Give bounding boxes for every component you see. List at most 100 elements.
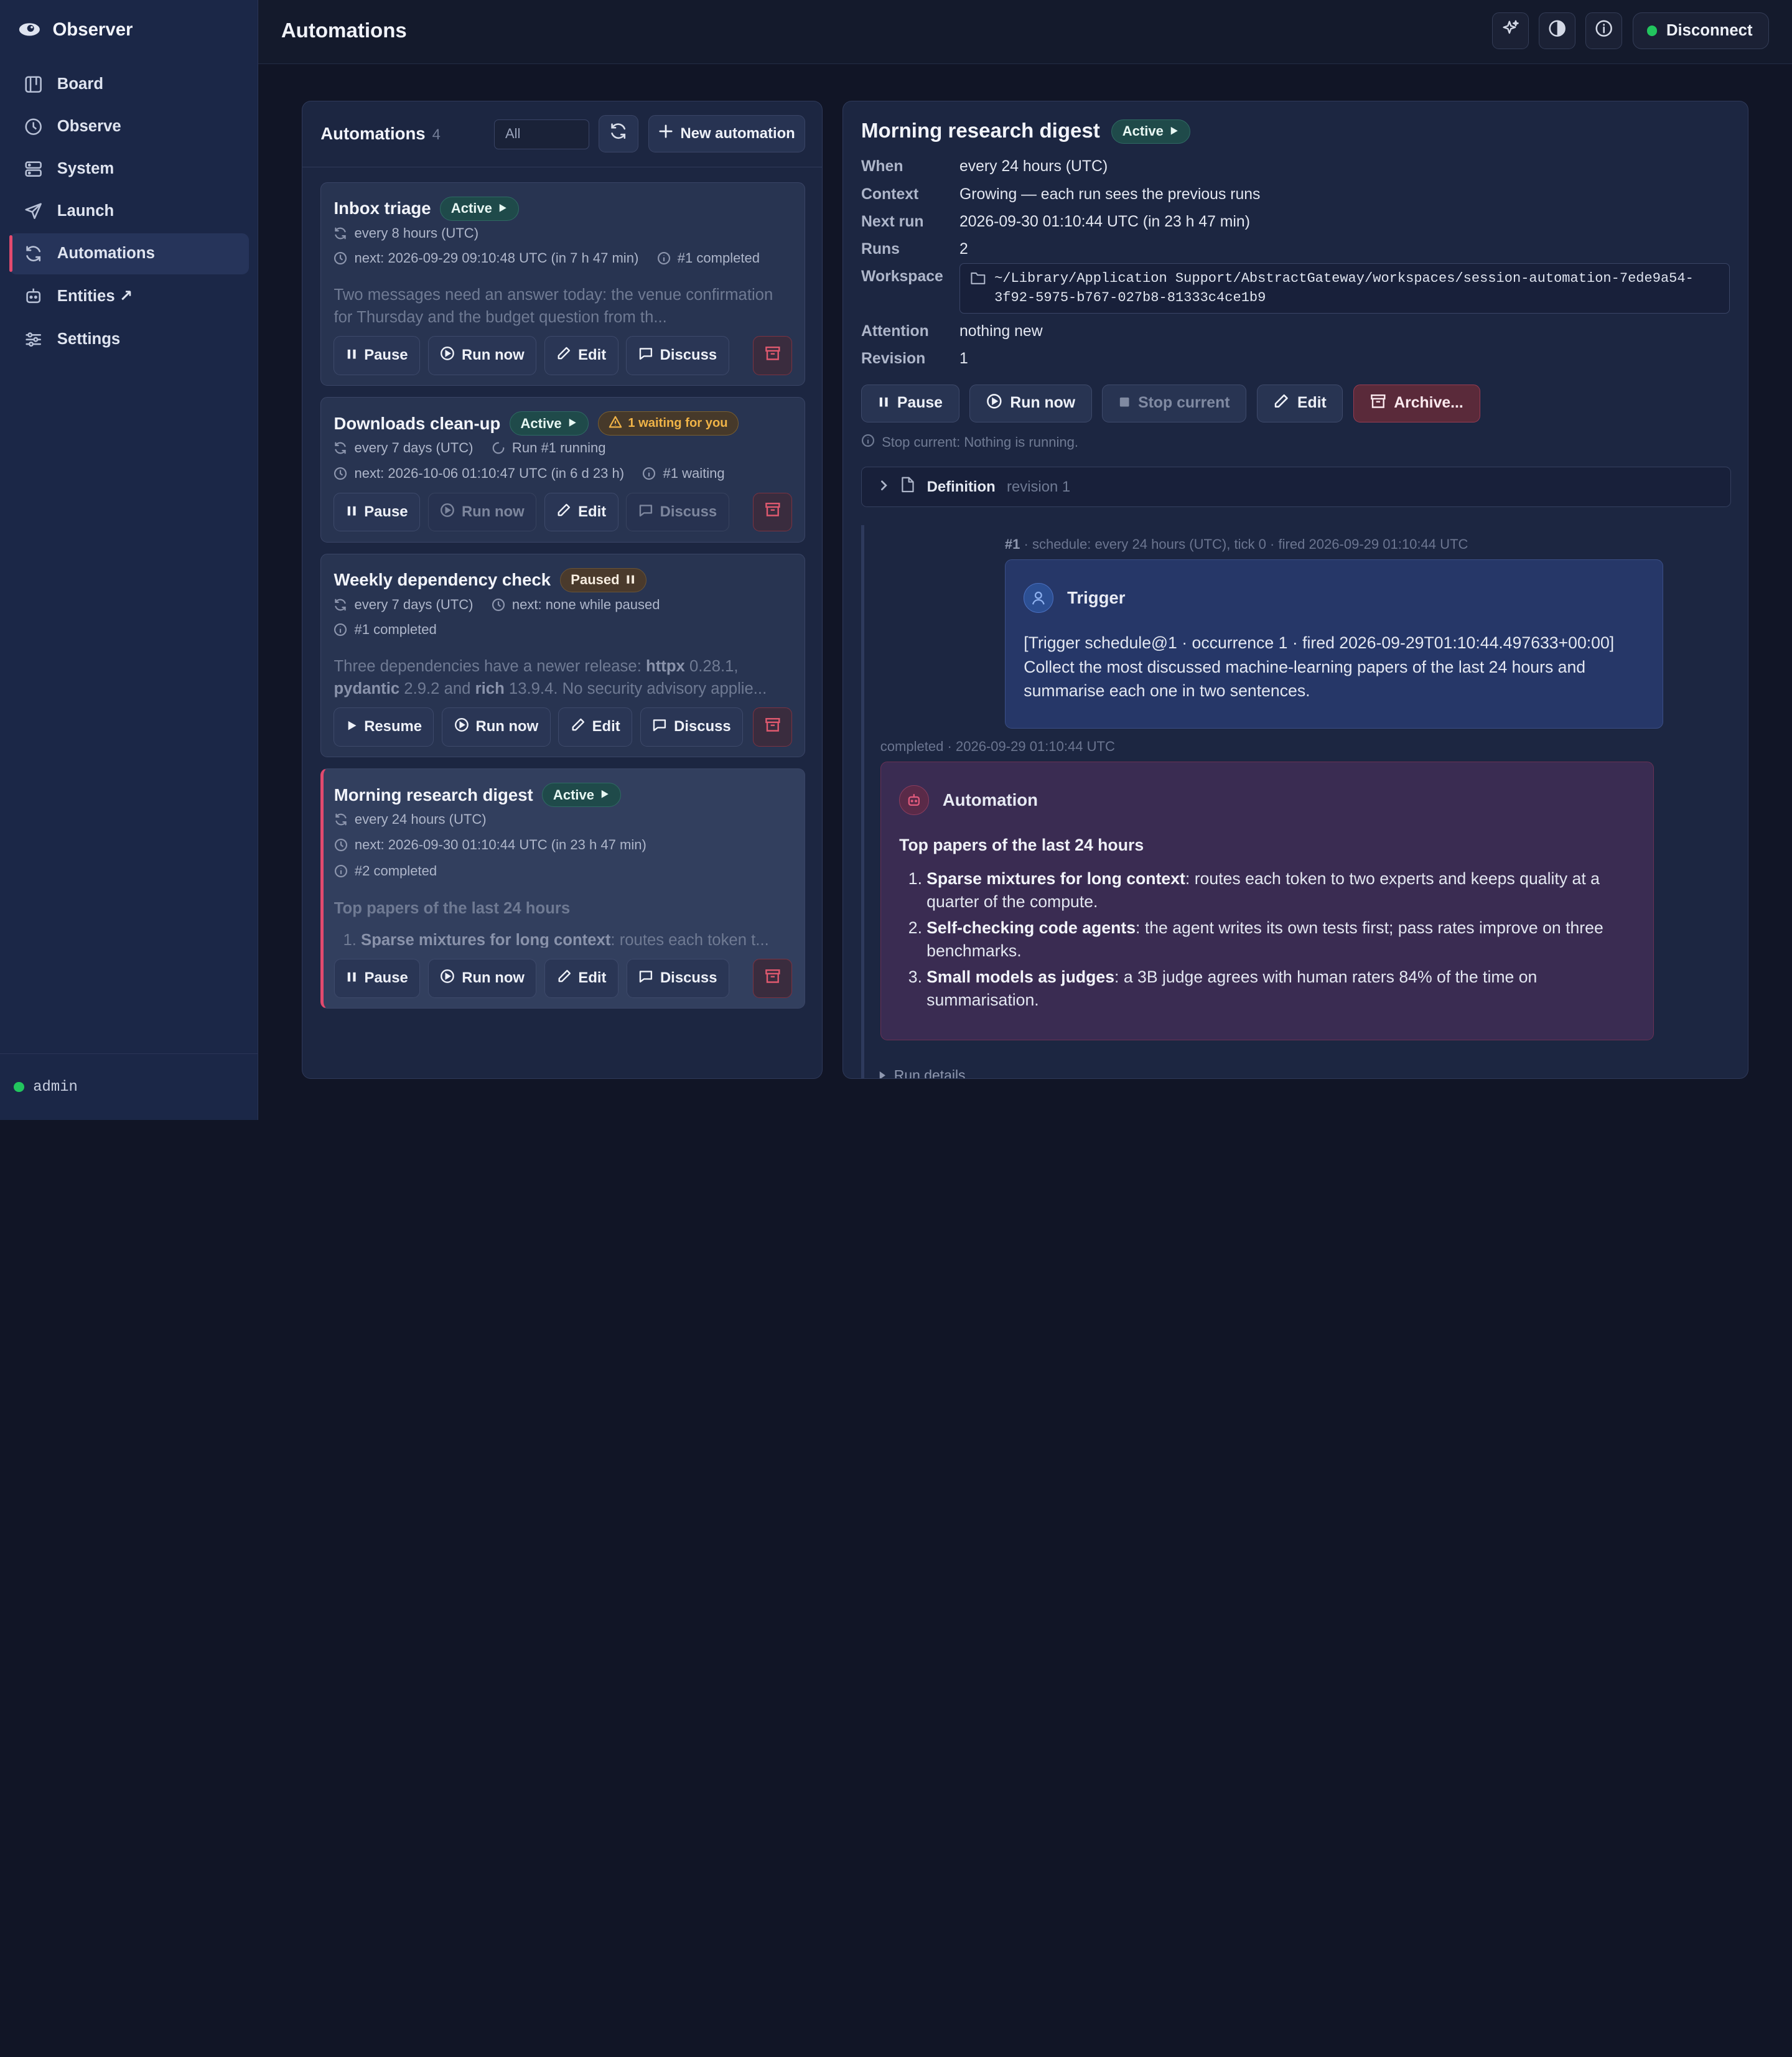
pause-icon xyxy=(346,503,357,521)
schedule-text: every 8 hours (UTC) xyxy=(354,225,479,241)
automation-card-weekly-dependency-check[interactable]: Weekly dependency check Paused every 7 d… xyxy=(320,553,805,757)
sidebar-item-system[interactable]: System xyxy=(9,149,250,190)
new-automation-button[interactable]: New automation xyxy=(648,114,806,153)
discuss-button[interactable]: Discuss xyxy=(640,707,744,747)
sidebar-item-label: Observe xyxy=(57,118,121,136)
button-label: Run now xyxy=(461,347,525,364)
play-circle-icon xyxy=(440,346,455,365)
discuss-button[interactable]: Discuss xyxy=(626,959,729,998)
status-badge: Active xyxy=(542,783,622,807)
automation-card-inbox-triage[interactable]: Inbox triage Active every 8 hours (UTC) … xyxy=(320,182,805,386)
status-filter-select[interactable]: All xyxy=(494,119,589,149)
run-now-button[interactable]: Run now xyxy=(427,336,537,375)
play-icon xyxy=(600,787,610,803)
board-icon xyxy=(23,74,44,95)
sidebar-item-label: Launch xyxy=(57,202,114,220)
play-circle-icon xyxy=(454,717,469,737)
field-label: Next run xyxy=(861,213,924,230)
detail-title: Morning research digest Active xyxy=(861,119,1191,144)
run-details-toggle[interactable]: Run details xyxy=(878,1066,966,1079)
sidebar-item-entities[interactable]: Entities ↗ xyxy=(9,276,250,317)
edit-button[interactable]: Edit xyxy=(544,336,618,375)
list-item: 3. Small models as judges: a 3B judge agr… xyxy=(899,966,1642,1011)
archive-button[interactable]: Archive... xyxy=(1353,385,1480,422)
archive-button[interactable] xyxy=(753,336,792,375)
robot-avatar-icon xyxy=(899,785,929,815)
pause-button[interactable]: Pause xyxy=(334,959,421,998)
archive-button[interactable] xyxy=(753,959,792,998)
waiting-badge[interactable]: 1 waiting for you xyxy=(597,411,739,436)
sidebar-item-automations[interactable]: Automations xyxy=(9,233,250,274)
refresh-icon xyxy=(609,122,627,145)
resume-button[interactable]: Resume xyxy=(334,707,434,747)
preview-text: 2.9.2 and xyxy=(399,680,475,698)
button-label: Edit xyxy=(578,347,607,364)
discuss-button[interactable]: Discuss xyxy=(626,492,729,532)
discuss-button[interactable]: Discuss xyxy=(626,336,729,375)
pencil-icon xyxy=(1273,393,1289,414)
archive-button[interactable] xyxy=(753,492,792,532)
pause-button[interactable]: Pause xyxy=(861,385,959,422)
stop-icon xyxy=(1119,394,1130,412)
run-details-label: Run details xyxy=(894,1066,966,1079)
info-button[interactable] xyxy=(1585,12,1623,49)
run-now-button[interactable]: Run now xyxy=(428,959,537,998)
stop-current-button[interactable]: Stop current xyxy=(1102,385,1247,422)
run-now-button[interactable]: Run now xyxy=(442,707,551,747)
theme-toggle-button[interactable] xyxy=(1539,12,1575,49)
run-now-button[interactable]: Run now xyxy=(969,385,1092,422)
stop-hint: Stop current: Nothing is running. xyxy=(861,434,1078,451)
user-status[interactable]: admin xyxy=(0,1053,258,1120)
chat-icon xyxy=(638,346,653,365)
field-value: 1 xyxy=(959,350,968,368)
clock-icon xyxy=(23,116,44,137)
run-count-text: #1 completed xyxy=(354,622,437,638)
list-header: Automations 4 All New automation xyxy=(302,101,823,168)
refresh-button[interactable] xyxy=(598,114,638,153)
page-title: Automations xyxy=(281,19,407,43)
workspace-path[interactable]: ~/Library/Application Support/AbstractGa… xyxy=(959,263,1730,314)
sidebar-item-settings[interactable]: Settings xyxy=(9,319,250,360)
edit-button[interactable]: Edit xyxy=(1256,385,1343,422)
play-circle-icon xyxy=(440,969,455,988)
pencil-icon xyxy=(557,969,572,988)
schedule-text: every 24 hours (UTC) xyxy=(354,811,487,828)
sparkle-button[interactable] xyxy=(1491,12,1529,49)
run-now-button[interactable]: Run now xyxy=(427,492,537,532)
pause-icon xyxy=(625,572,636,588)
definition-toggle[interactable]: Definition revision 1 xyxy=(861,467,1731,507)
run-number: #1 xyxy=(1004,536,1020,553)
disconnect-button[interactable]: Disconnect xyxy=(1632,12,1770,49)
sidebar-item-label: System xyxy=(57,160,114,178)
sliders-icon xyxy=(23,329,44,350)
brand[interactable]: Observer xyxy=(18,18,133,41)
edit-button[interactable]: Edit xyxy=(544,492,618,532)
edit-button[interactable]: Edit xyxy=(558,707,633,747)
definition-label: Definition xyxy=(926,478,996,495)
button-label: Discuss xyxy=(660,347,717,364)
sidebar-item-observe[interactable]: Observe xyxy=(9,106,250,147)
button-label: Run now xyxy=(1010,394,1076,412)
status-text: Active xyxy=(553,786,595,803)
automation-card-morning-research-digest[interactable]: Morning research digest Active every 24 … xyxy=(320,768,805,1009)
button-label: Archive... xyxy=(1394,394,1463,412)
automation-card-downloads-clean-up[interactable]: Downloads clean-up Active 1 waiting for … xyxy=(320,397,805,543)
next-run-text: next: 2026-09-29 09:10:48 UTC (in 7 h 47… xyxy=(354,250,639,266)
sidebar-item-board[interactable]: Board xyxy=(9,64,250,105)
archive-button[interactable] xyxy=(753,707,792,747)
preview-number: 1. xyxy=(343,931,357,948)
pause-button[interactable]: Pause xyxy=(334,336,420,375)
edit-button[interactable]: Edit xyxy=(544,959,618,998)
sidebar-item-launch[interactable]: Launch xyxy=(9,191,250,232)
card-schedule: every 24 hours (UTC) xyxy=(334,811,487,828)
archive-icon xyxy=(1370,393,1386,414)
pause-button[interactable]: Pause xyxy=(334,492,420,532)
sidebar: Observer Board Observe System Launch Aut… xyxy=(0,0,259,1120)
play-circle-icon xyxy=(440,503,455,522)
sidebar-item-label: Board xyxy=(57,75,104,93)
sidebar-nav: Board Observe System Launch Automations … xyxy=(9,64,250,361)
sidebar-item-label: Settings xyxy=(57,330,121,348)
warning-icon xyxy=(609,416,622,432)
list-item: 2. Self-checking code agents: the agent w… xyxy=(899,917,1642,962)
trigger-text: [Trigger schedule@1 · occurrence 1 · fir… xyxy=(1024,633,1615,701)
